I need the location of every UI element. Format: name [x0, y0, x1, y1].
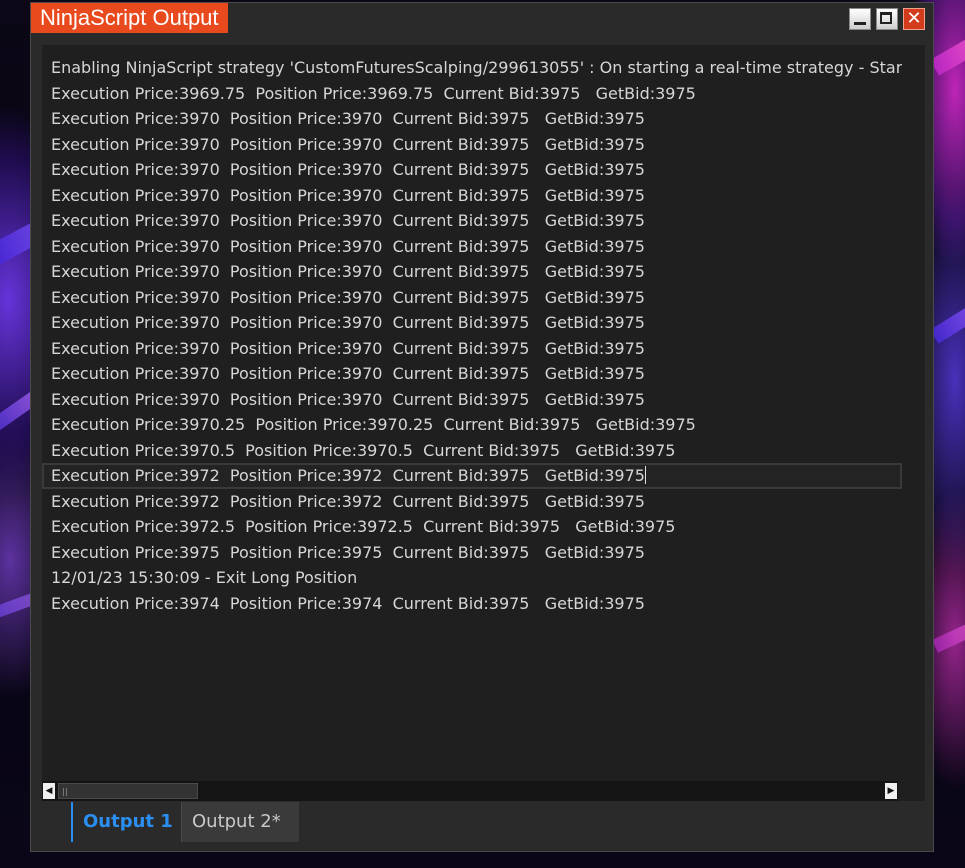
tab-output-2[interactable]: Output 2* — [182, 802, 299, 842]
minimize-button[interactable] — [849, 8, 871, 30]
output-line: Execution Price:3970 Position Price:3970… — [51, 134, 645, 154]
tab-output-1[interactable]: Output 1 — [71, 802, 182, 842]
wallpaper-stripe — [930, 298, 965, 344]
maximize-icon — [880, 12, 892, 24]
close-icon: ✕ — [906, 8, 922, 29]
output-line: Execution Price:3972 Position Price:3972… — [42, 463, 902, 489]
output-line: Execution Price:3972 Position Price:3972… — [51, 491, 645, 511]
scrollbar-thumb[interactable] — [58, 783, 198, 799]
output-line: Execution Price:3970 Position Price:3970… — [51, 160, 645, 179]
output-line: Execution Price:3970 Position Price:3970… — [51, 338, 645, 358]
output-line: Execution Price:3970 Position Price:3970… — [51, 313, 645, 332]
wallpaper-stripe — [932, 614, 965, 653]
output-line: Execution Price:3970 Position Price:3970… — [51, 287, 645, 307]
output-line: Execution Price:3970.25 Position Price:3… — [51, 415, 696, 434]
output-line: Execution Price:3970 Position Price:3970… — [51, 185, 645, 205]
output-text-area[interactable]: Enabling NinjaScript strategy 'CustomFut… — [42, 45, 925, 801]
output-line: Execution Price:3972.5 Position Price:39… — [51, 517, 676, 536]
close-button[interactable]: ✕ — [903, 8, 925, 30]
output-log: Enabling NinjaScript strategy 'CustomFut… — [42, 55, 902, 616]
minimize-icon — [854, 22, 866, 25]
output-line: Execution Price:3970 Position Price:3970… — [51, 389, 645, 409]
grip-icon — [63, 788, 67, 796]
output-line: Execution Price:3970 Position Price:3970… — [51, 236, 645, 256]
horizontal-scrollbar[interactable]: ◀ ▶ — [42, 781, 898, 801]
output-line: Execution Price:3970 Position Price:3970… — [51, 211, 645, 230]
output-line: Enabling NinjaScript strategy 'CustomFut… — [51, 58, 902, 77]
output-line: Execution Price:3970 Position Price:3970… — [51, 262, 645, 281]
wallpaper-stripe — [930, 30, 965, 76]
output-line: Execution Price:3970 Position Price:3970… — [51, 109, 645, 128]
output-line: Execution Price:3970.5 Position Price:39… — [51, 440, 676, 460]
output-line: Execution Price:3969.75 Position Price:3… — [51, 83, 696, 103]
window-title: NinjaScript Output — [31, 3, 228, 33]
text-caret — [644, 466, 646, 484]
arrow-left-icon[interactable]: ◀ — [43, 783, 55, 799]
title-bar[interactable]: NinjaScript Output ✕ — [31, 3, 933, 35]
ninjascript-output-window: NinjaScript Output ✕ Enabling NinjaScrip… — [30, 2, 934, 852]
arrow-right-icon[interactable]: ▶ — [885, 783, 897, 799]
output-line: Execution Price:3975 Position Price:3975… — [51, 542, 645, 562]
output-line: Execution Price:3970 Position Price:3970… — [51, 364, 645, 383]
output-line: Execution Price:3974 Position Price:3974… — [51, 593, 645, 613]
output-line: 12/01/23 15:30:09 - Exit Long Position — [51, 568, 358, 587]
maximize-button[interactable] — [876, 8, 898, 30]
